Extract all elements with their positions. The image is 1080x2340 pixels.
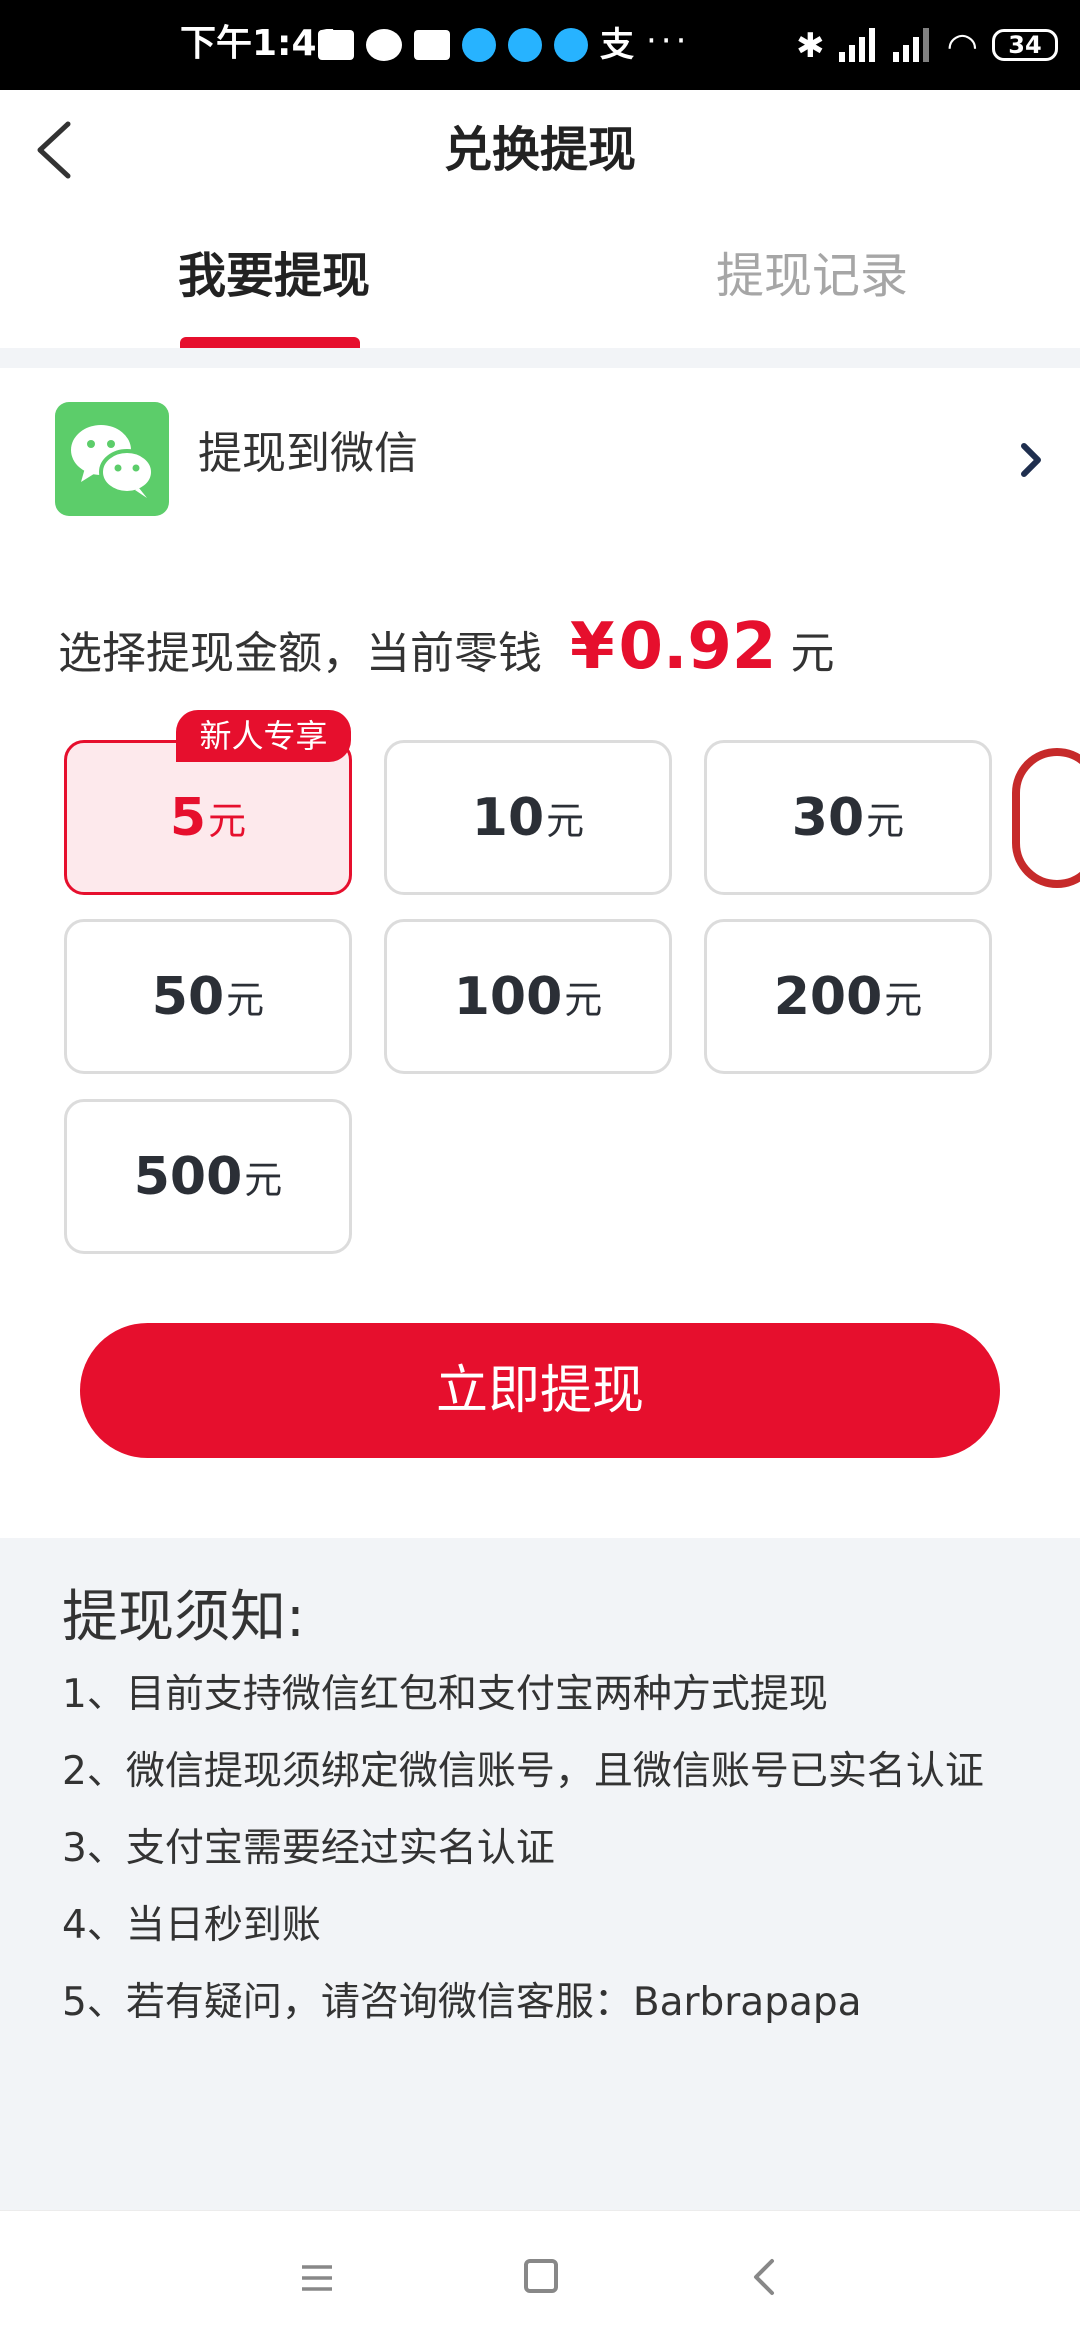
more-notifications-icon: ···: [646, 21, 691, 61]
amount-option-50[interactable]: 50 元: [64, 919, 352, 1074]
notification-icons: 支 ···: [318, 24, 690, 66]
wechat-logo-icon: [55, 402, 169, 516]
option-unit: 元: [866, 799, 905, 843]
notice-item: 4、当日秒到账: [62, 1903, 321, 1948]
currency-symbol: ¥: [570, 610, 615, 684]
option-unit: 元: [208, 799, 247, 843]
option-unit: 元: [564, 978, 603, 1022]
tab-withdraw[interactable]: 我要提现: [178, 244, 370, 308]
signal-icon: [892, 28, 933, 62]
option-amount: 50: [151, 966, 225, 1027]
signal-icon: [838, 28, 879, 62]
withdraw-notice-section: 提现须知: 1、目前支持微信红包和支付宝两种方式提现 2、微信提现须绑定微信账号…: [0, 1538, 1080, 2210]
amount-option-30[interactable]: 30 元: [704, 740, 992, 895]
withdraw-now-button[interactable]: 立即提现: [80, 1323, 1000, 1458]
amount-option-500[interactable]: 500 元: [64, 1099, 352, 1254]
option-unit: 元: [546, 799, 585, 843]
page-title: 兑换提现: [443, 122, 636, 178]
tab-indicator: [180, 337, 360, 348]
new-user-badge: 新人专享: [176, 710, 351, 762]
tab-withdraw-records[interactable]: 提现记录: [716, 244, 908, 308]
current-balance-line: 选择提现金额，当前零钱 ¥ 0.92 元: [58, 610, 834, 710]
option-unit: 元: [884, 978, 923, 1022]
option-amount: 500: [133, 1146, 243, 1207]
option-amount: 30: [791, 787, 865, 848]
app-notification-icon: [462, 28, 496, 62]
notice-title: 提现须知:: [62, 1585, 305, 1650]
amount-option-100[interactable]: 100 元: [384, 919, 672, 1074]
app-notification-icon: [554, 28, 588, 62]
balance-unit: 元: [790, 628, 835, 679]
option-amount: 5: [169, 787, 207, 848]
message-icon: [318, 30, 354, 60]
header: 兑换提现: [0, 90, 1080, 212]
floating-mascot-icon[interactable]: [1012, 748, 1080, 888]
option-unit: 元: [244, 1158, 283, 1202]
notice-item: 3、支付宝需要经过实名认证: [62, 1826, 555, 1871]
status-bar: 下午1:41 支 ··· ✱ ◠ 34: [0, 0, 1080, 90]
option-amount: 10: [471, 787, 545, 848]
amount-option-200[interactable]: 200 元: [704, 919, 992, 1074]
battery-icon: 34: [992, 29, 1058, 61]
withdraw-to-wechat-row[interactable]: 提现到微信: [0, 368, 1080, 538]
system-icons: ✱ ◠ 34: [796, 24, 1058, 67]
message-icon: [414, 30, 450, 60]
wechat-notification-icon: [366, 29, 402, 61]
balance-value: 0.92: [618, 610, 777, 684]
home-icon[interactable]: [524, 2259, 558, 2293]
amount-option-5[interactable]: 5元: [64, 740, 352, 895]
notice-item: 2、微信提现须绑定微信账号，且微信账号已实名认证: [62, 1749, 984, 1794]
option-amount: 200: [773, 966, 883, 1027]
option-amount: 100: [453, 966, 563, 1027]
amount-prompt: 选择提现金额，当前零钱: [58, 628, 542, 679]
chevron-right-icon: [1021, 443, 1041, 477]
alipay-icon: 支: [600, 25, 634, 65]
system-back-icon[interactable]: [750, 2257, 780, 2297]
divider: [0, 348, 1080, 368]
bluetooth-icon: ✱: [796, 26, 825, 66]
tab-bar: 我要提现 提现记录: [0, 212, 1080, 348]
wechat-label: 提现到微信: [198, 428, 418, 479]
notice-item: 5、若有疑问，请咨询微信客服：Barbrapapa: [62, 1980, 862, 2025]
amount-option-10[interactable]: 10 元: [384, 740, 672, 895]
app-notification-icon: [508, 28, 542, 62]
system-nav-bar: [0, 2210, 1080, 2340]
option-unit: 元: [226, 978, 265, 1022]
notice-item: 1、目前支持微信红包和支付宝两种方式提现: [62, 1672, 828, 1717]
recent-apps-icon[interactable]: [300, 2263, 334, 2293]
wifi-icon: ◠: [946, 26, 978, 67]
